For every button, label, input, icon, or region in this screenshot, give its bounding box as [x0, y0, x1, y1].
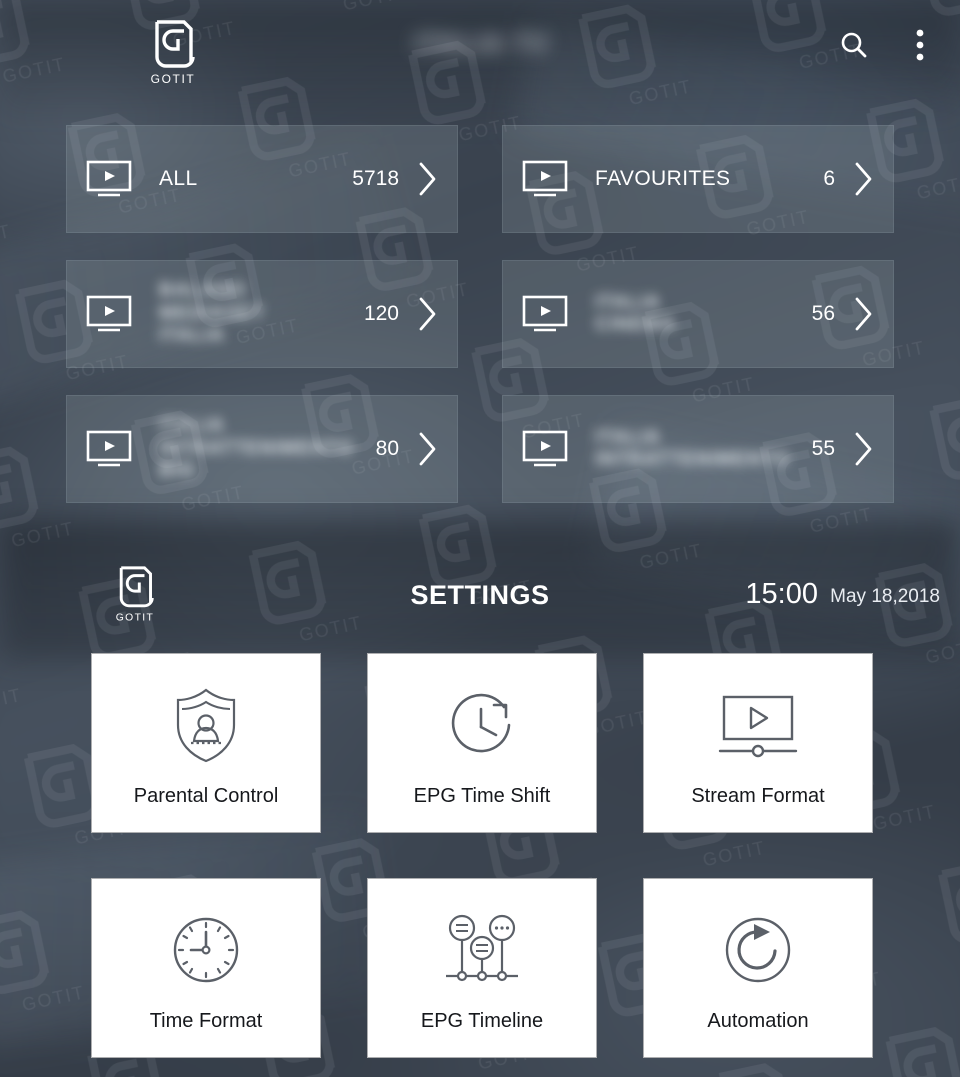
chevron-right-icon[interactable]: [415, 160, 441, 198]
chevron-right-icon[interactable]: [851, 295, 877, 333]
settings-tile[interactable]: EPG Time Shift: [367, 653, 597, 833]
category-label: ITALIA CINEMA: [595, 291, 676, 335]
app-root: GOTIT GOTIT GOTIT GOTIT: [0, 0, 960, 1077]
category-card[interactable]: BALANO MEDIASET ITALIA 120: [66, 260, 458, 368]
clock-refresh-icon: [442, 679, 522, 771]
settings-tile[interactable]: Stream Format: [643, 653, 873, 833]
tv-play-icon: [517, 430, 573, 468]
video-slider-icon: [716, 679, 800, 771]
timeline-nodes-icon: [440, 904, 524, 996]
settings-tile[interactable]: Time Format: [91, 878, 321, 1058]
analog-clock-icon: [166, 904, 246, 996]
tv-play-icon: [81, 295, 137, 333]
settings-tile-label: Time Format: [149, 1009, 263, 1032]
settings-tile[interactable]: Parental Control: [91, 653, 321, 833]
category-label: ALL: [159, 166, 198, 190]
settings-tile-label: Parental Control: [133, 784, 279, 807]
category-count: 56: [811, 302, 835, 325]
more-vertical-icon[interactable]: [898, 22, 942, 68]
category-count: 80: [375, 437, 399, 460]
settings-bar: GOTIT SETTINGS 15:00 May 18,2018: [0, 548, 960, 644]
chevron-right-icon[interactable]: [415, 430, 441, 468]
category-label: FAVOURITES: [595, 166, 731, 190]
settings-tile-label: Stream Format: [691, 784, 825, 807]
chevron-right-icon[interactable]: [851, 430, 877, 468]
category-card[interactable]: ITALIA CINEMA 56: [502, 260, 894, 368]
category-count: 6: [823, 167, 835, 190]
category-card-grid: ALL 5718 FAVOURITES 6 BALANO MEDIASET ITAL…: [66, 125, 894, 503]
clock-date: May 18,2018: [830, 586, 940, 607]
category-label: ITALIA INTRATTENIMENTO: [595, 426, 790, 470]
category-card[interactable]: ALL 5718: [66, 125, 458, 233]
chevron-right-icon[interactable]: [415, 295, 441, 333]
chevron-right-icon[interactable]: [851, 160, 877, 198]
settings-tile-grid: Parental Control EPG Time Shift Stream F…: [91, 653, 874, 1058]
category-count: 5718: [352, 167, 399, 190]
category-card[interactable]: ITALIA INTRATTENIMENTO BIG 80: [66, 395, 458, 503]
gotit-logo-icon: GOTIT: [144, 13, 202, 87]
shield-person-icon: [169, 679, 243, 771]
settings-tile-label: EPG Timeline: [420, 1009, 544, 1032]
settings-tile[interactable]: EPG Timeline: [367, 878, 597, 1058]
circular-refresh-icon: [718, 904, 798, 996]
svg-text:GOTIT: GOTIT: [151, 72, 196, 86]
category-count: 55: [811, 437, 835, 460]
tv-play-icon: [517, 160, 573, 198]
settings-tile-label: EPG Time Shift: [413, 784, 551, 807]
clock-time: 15:00: [745, 578, 818, 610]
page-title-obscured: ITALIA TV: [414, 30, 550, 58]
category-label: ITALIA INTRATTENIMENTO BIG: [159, 415, 354, 482]
category-label: BALANO MEDIASET ITALIA: [159, 280, 266, 347]
category-card[interactable]: FAVOURITES 6: [502, 125, 894, 233]
tv-play-icon: [517, 295, 573, 333]
category-count: 120: [363, 302, 399, 325]
category-card[interactable]: ITALIA INTRATTENIMENTO 55: [502, 395, 894, 503]
svg-text:GOTIT: GOTIT: [116, 612, 154, 623]
search-icon[interactable]: [832, 22, 876, 68]
tv-play-icon: [81, 430, 137, 468]
app-header: GOTIT ITALIA TV: [0, 0, 960, 100]
settings-tile[interactable]: Automation: [643, 878, 873, 1058]
header-actions: [832, 22, 942, 68]
tv-play-icon: [81, 160, 137, 198]
settings-tile-label: Automation: [707, 1009, 809, 1032]
